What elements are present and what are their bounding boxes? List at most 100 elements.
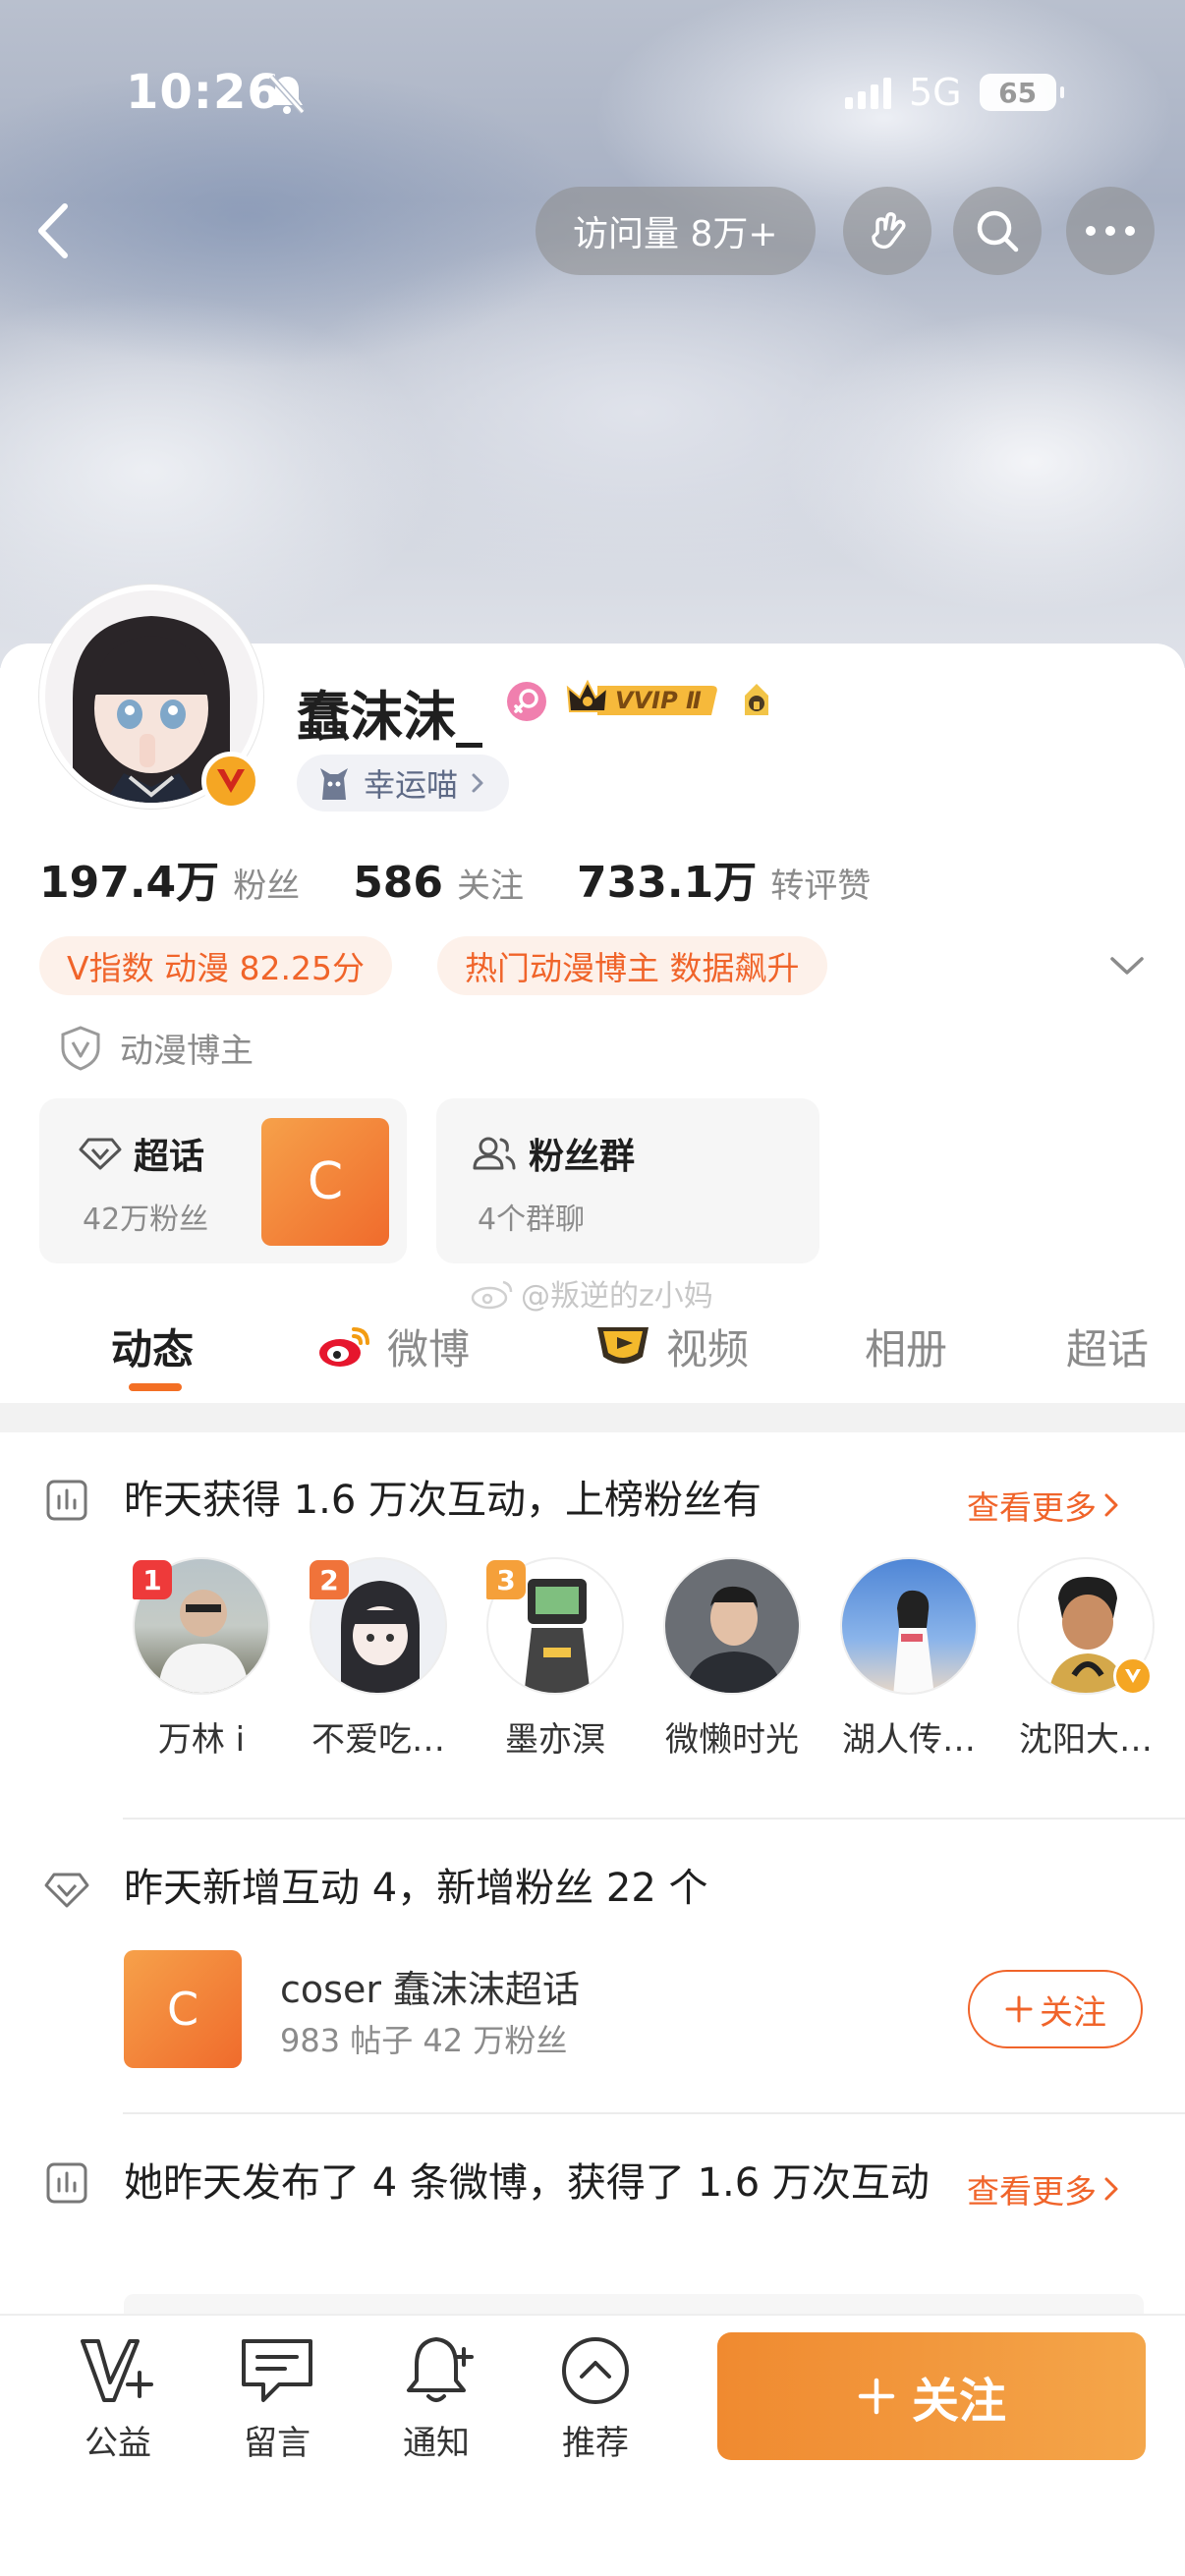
fan-group-title: 粉丝群 — [529, 1137, 636, 1177]
tab-supertopic[interactable]: 超话 — [1066, 1316, 1149, 1376]
lock-badge-icon[interactable] — [735, 678, 778, 721]
battery-icon: 65 — [979, 74, 1064, 111]
message-bubble-icon — [242, 2339, 312, 2402]
followers-count[interactable]: 197.4万 — [39, 847, 219, 910]
tab-dynamic[interactable]: 动态 — [111, 1316, 194, 1376]
plus-icon — [1005, 1995, 1033, 2023]
bell-plus-icon — [407, 2337, 474, 2402]
chevron-down-icon[interactable] — [1108, 955, 1146, 979]
likes-count[interactable]: 733.1万 — [577, 847, 757, 910]
active-tab-indicator — [129, 1383, 182, 1391]
fan-group-title-row: 粉丝群 — [472, 1128, 635, 1179]
diamond-icon — [44, 1873, 89, 1908]
weibo-logo-icon — [471, 1280, 513, 1310]
fan-name: 湖人传… — [842, 1720, 976, 1760]
hot-blogger-tag[interactable]: 热门动漫博主 数据飙升 — [437, 936, 827, 995]
notify-button[interactable]: 通知 — [377, 2333, 495, 2464]
supertopic-card[interactable]: 超话 42万粉丝 C — [39, 1098, 407, 1263]
visit-count-button[interactable]: 访问量 8万+ — [536, 187, 816, 275]
network-type: 5G — [909, 71, 962, 114]
tab-supertopic-label: 超话 — [1066, 1325, 1150, 1373]
rank-badge: 1 — [133, 1560, 172, 1599]
fan-verified-badge-icon — [1113, 1656, 1153, 1696]
profile-tabs: 动态 微博 视频 相册 超话 — [0, 1307, 1185, 1395]
recommend-label: 推荐 — [562, 2424, 629, 2463]
see-more-label: 查看更多 — [967, 1488, 1097, 1527]
following-count[interactable]: 586 — [353, 858, 443, 908]
supertopic-logo: C — [261, 1118, 389, 1246]
following-label[interactable]: 关注 — [457, 859, 524, 907]
v-plus-icon — [81, 2339, 153, 2402]
pat-button[interactable] — [843, 187, 931, 275]
fan-name: 微懒时光 — [665, 1720, 799, 1760]
follow-button[interactable]: 关注 — [717, 2332, 1146, 2460]
fan-avatar-image — [685, 1586, 783, 1693]
cat-icon — [320, 768, 348, 800]
v-index-tag[interactable]: V指数 动漫 82.25分 — [39, 936, 393, 995]
message-button[interactable]: 留言 — [218, 2333, 336, 2464]
fan-group-card[interactable]: 粉丝群 4个群聊 — [436, 1098, 819, 1263]
see-more-label: 查看更多 — [967, 2172, 1097, 2211]
supertopic-thumb-letter: C — [166, 1983, 199, 2036]
shield-v-icon — [61, 1025, 100, 1071]
see-more-posts-link[interactable]: 查看更多 — [967, 2165, 1120, 2212]
tab-album[interactable]: 相册 — [865, 1316, 947, 1376]
more-dots-icon — [1086, 226, 1135, 236]
tab-video-label: 视频 — [666, 1325, 750, 1373]
top-fan-4[interactable]: 微懒时光 — [658, 1557, 806, 1761]
fan-name: 万林 i — [157, 1720, 246, 1760]
gender-female-icon[interactable] — [505, 680, 548, 723]
bar-chart-icon — [46, 2162, 87, 2204]
follow-label: 关注 — [911, 2374, 1006, 2429]
tab-video[interactable]: 视频 — [593, 1316, 749, 1376]
followers-label[interactable]: 粉丝 — [233, 859, 300, 907]
group-icon — [473, 1137, 516, 1170]
diamond-icon — [79, 1138, 122, 1170]
verification-info: 动漫博主 — [59, 1024, 254, 1072]
search-icon — [977, 210, 1019, 252]
weibo-icon — [319, 1326, 369, 1367]
lucky-cat-button[interactable]: 幸运喵 — [297, 755, 510, 812]
vvip-badge[interactable]: VVIP Ⅱ — [564, 676, 721, 725]
fan-name: 沈阳大… — [1019, 1720, 1153, 1760]
more-button[interactable] — [1066, 187, 1155, 275]
tab-weibo-label: 微博 — [387, 1325, 471, 1373]
recommend-button[interactable]: 推荐 — [536, 2333, 654, 2464]
see-more-fans-link[interactable]: 查看更多 — [967, 1482, 1120, 1529]
tab-weibo[interactable]: 微博 — [316, 1316, 470, 1376]
bar-chart-icon — [46, 1480, 87, 1521]
tab-dynamic-label: 动态 — [111, 1325, 195, 1373]
fan-avatar — [840, 1557, 978, 1695]
supertopic-thumb[interactable]: C — [124, 1950, 242, 2068]
top-fan-5[interactable]: 湖人传… — [835, 1557, 983, 1761]
message-label: 留言 — [244, 2424, 310, 2463]
divider — [123, 1818, 1185, 1820]
supertopic-sub: 42万粉丝 — [83, 1203, 209, 1237]
v-letter-icon — [217, 769, 245, 793]
follow-supertopic-button[interactable]: 关注 — [968, 1970, 1143, 2048]
follow-supertopic-label: 关注 — [1040, 1992, 1106, 2033]
hand-wave-icon — [872, 212, 906, 250]
supertopic-title-row: 超话 — [79, 1128, 204, 1179]
supertopic-title: 超话 — [134, 1137, 205, 1177]
supertopic-name[interactable]: coser 蠢沫沫超话 — [280, 1959, 580, 2013]
rank-badge: 2 — [310, 1560, 349, 1599]
fan-avatar — [663, 1557, 801, 1695]
divider — [123, 2112, 1185, 2114]
search-button[interactable] — [953, 187, 1042, 275]
interaction-summary-title: 昨天获得 1.6 万次互动，上榜粉丝有 — [124, 1478, 762, 1523]
chevron-right-icon — [1104, 1493, 1118, 1517]
likes-label[interactable]: 转评赞 — [770, 859, 871, 907]
visit-count-label: 访问量 8万+ — [573, 214, 778, 254]
v-letter-icon — [1125, 1669, 1141, 1683]
supertopic-stats: 983 帖子 42 万粉丝 — [280, 2022, 568, 2059]
video-icon — [597, 1326, 649, 1364]
fan-group-sub: 4个群聊 — [478, 1203, 586, 1237]
chevron-right-icon — [472, 773, 483, 793]
profile-stats: 197.4万 粉丝 586 关注 733.1万 转评赞 — [39, 847, 871, 910]
back-arrow-icon[interactable] — [29, 196, 79, 265]
status-time: 10:26 — [126, 65, 281, 120]
charity-button[interactable]: 公益 — [59, 2333, 177, 2464]
fan-name: 不爱吃… — [311, 1720, 445, 1760]
bell-muted-icon — [268, 75, 306, 114]
